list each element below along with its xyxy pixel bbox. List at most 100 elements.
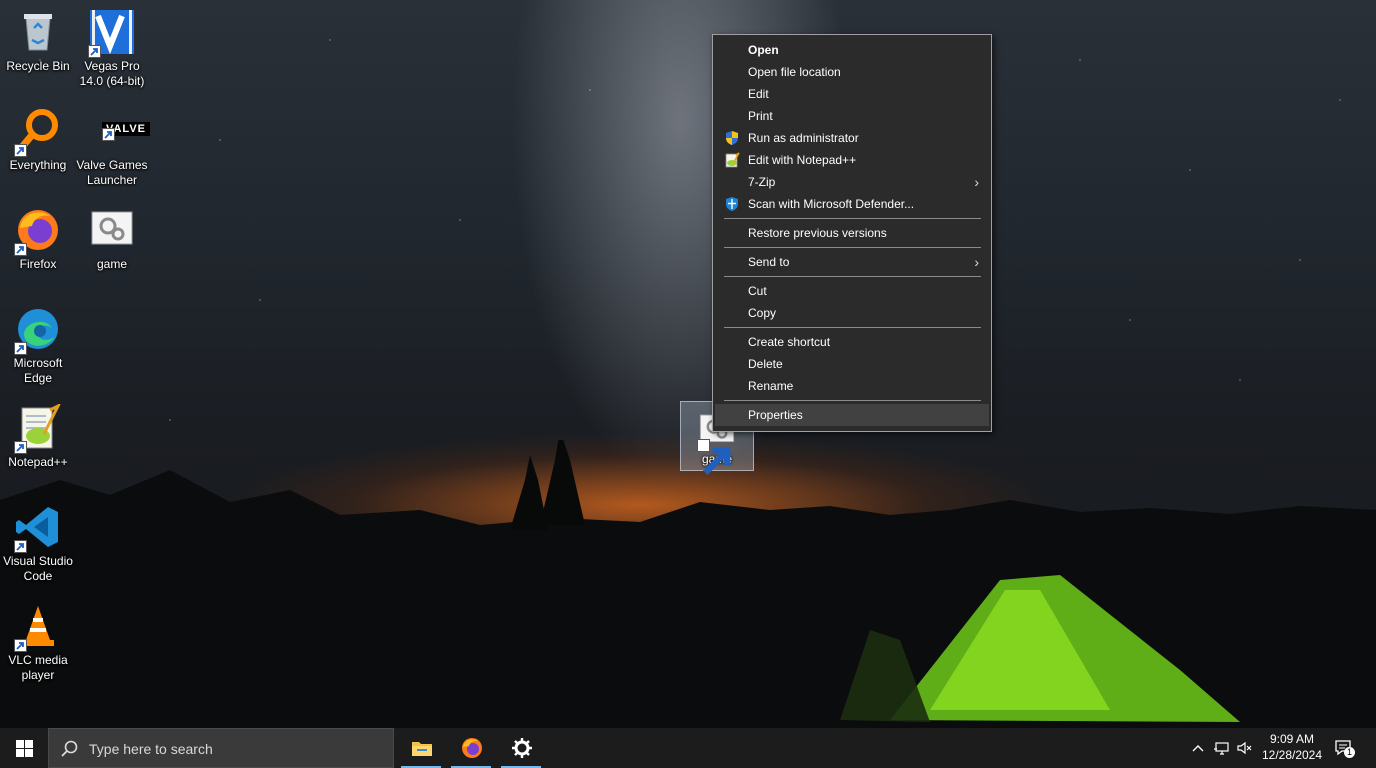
shortcut-arrow-icon (697, 439, 731, 476)
menu-item-label: Print (748, 109, 773, 123)
desktop-icon-label: Valve Games Launcher (76, 158, 148, 187)
everything-magnifier-icon (14, 107, 62, 157)
shortcut-arrow-icon (14, 243, 27, 256)
firefox-icon (462, 738, 482, 758)
desktop-icon-label: Recycle Bin (6, 59, 70, 73)
notification-count-badge: 1 (1344, 747, 1355, 758)
menu-item-restore-previous-versions[interactable]: Restore previous versions (715, 222, 989, 244)
microsoft-edge-icon (14, 305, 62, 355)
menu-item-cut[interactable]: Cut (715, 280, 989, 302)
desktop-icon-vlc[interactable]: VLC media player (0, 602, 76, 683)
mountain-silhouette (0, 440, 1376, 728)
taskbar-search-box[interactable]: Type here to search (48, 728, 394, 768)
menu-item-label: Open (748, 43, 779, 57)
menu-item-run-as-administrator[interactable]: Run as administrator (715, 127, 989, 149)
shortcut-arrow-icon (14, 144, 27, 157)
menu-item-label: Scan with Microsoft Defender... (748, 197, 915, 211)
shortcut-arrow-icon (88, 45, 101, 58)
taskbar-file-explorer[interactable] (401, 728, 441, 768)
desktop-icon-visual-studio-code[interactable]: Visual Studio Code (0, 503, 76, 584)
menu-item-print[interactable]: Print (715, 105, 989, 127)
action-center-button[interactable]: 1 (1334, 738, 1355, 758)
menu-item-properties[interactable]: Properties (715, 404, 989, 426)
desktop-icon-label: Notepad++ (8, 455, 68, 469)
menu-item-copy[interactable]: Copy (715, 302, 989, 324)
shortcut-arrow-icon (102, 128, 115, 141)
menu-item-open-file-location[interactable]: Open file location (715, 61, 989, 83)
desktop-icon-game[interactable]: game (74, 206, 150, 272)
desktop-icon-label: Vegas Pro 14.0 (64-bit) (79, 59, 145, 88)
desktop-icon-notepad-plus-plus[interactable]: Notepad++ (0, 404, 76, 470)
desktop-icon-firefox[interactable]: Firefox (0, 206, 76, 272)
menu-item-label: 7-Zip (748, 175, 776, 189)
menu-item-delete[interactable]: Delete (715, 353, 989, 375)
windows-logo-icon (16, 740, 33, 757)
menu-item-label: Cut (748, 284, 767, 298)
menu-item-edit-with-notepad-plus-plus[interactable]: Edit with Notepad++ (715, 149, 989, 171)
submenu-arrow-icon: › (974, 254, 979, 270)
menu-separator (724, 276, 981, 277)
menu-separator (724, 218, 981, 219)
recycle-bin-icon (14, 8, 62, 56)
menu-item-label: Edit with Notepad++ (748, 153, 857, 167)
menu-item-edit[interactable]: Edit (715, 83, 989, 105)
notepad-plus-plus-icon (14, 404, 62, 454)
desktop-icon-label: VLC media player (8, 653, 68, 682)
desktop-icon-recycle-bin[interactable]: Recycle Bin (0, 8, 76, 74)
menu-item-scan-with-defender[interactable]: Scan with Microsoft Defender... (715, 193, 989, 215)
desktop-icon-vegas-pro[interactable]: Vegas Pro 14.0 (64-bit) (74, 8, 150, 89)
taskbar-firefox[interactable] (451, 728, 491, 768)
desktop-icon-everything[interactable]: Everything (0, 107, 76, 173)
volume-muted-icon[interactable] (1237, 740, 1253, 756)
notepad-plus-plus-icon (724, 152, 740, 168)
context-menu: Open Open file location Edit Print Run a… (712, 34, 992, 432)
menu-item-label: Delete (748, 357, 783, 371)
menu-item-label: Run as administrator (748, 131, 859, 145)
desktop-icon-valve-games-launcher[interactable]: VALVE Valve Games Launcher (74, 107, 150, 188)
desktop-icon-label: Everything (9, 158, 67, 172)
menu-item-label: Open file location (748, 65, 841, 79)
clock-date: 12/28/2024 (1261, 748, 1323, 762)
menu-item-label: Send to (748, 255, 790, 269)
submenu-arrow-icon: › (974, 174, 979, 190)
desktop-icon-label: Visual Studio Code (3, 554, 73, 583)
menu-item-label: Rename (748, 379, 794, 393)
desktop-icon-label: Microsoft Edge (13, 356, 63, 385)
clock-time: 9:09 AM (1269, 732, 1315, 746)
menu-item-label: Create shortcut (748, 335, 831, 349)
search-placeholder: Type here to search (89, 741, 213, 757)
menu-item-create-shortcut[interactable]: Create shortcut (715, 331, 989, 353)
defender-shield-icon (724, 196, 740, 212)
desktop[interactable]: Recycle Bin Vegas Pro 14.0 (64-bit) Ever… (0, 0, 1376, 728)
menu-separator (724, 400, 981, 401)
network-icon[interactable] (1214, 740, 1230, 756)
file-explorer-icon (412, 742, 432, 756)
menu-item-label: Edit (748, 87, 769, 101)
menu-separator (724, 247, 981, 248)
shortcut-arrow-icon (14, 342, 27, 355)
menu-item-open[interactable]: Open (715, 39, 989, 61)
batch-file-gears-icon (88, 206, 136, 254)
shortcut-arrow-icon (14, 540, 27, 553)
shortcut-arrow-icon (14, 639, 27, 652)
search-icon (61, 740, 78, 757)
menu-item-rename[interactable]: Rename (715, 375, 989, 397)
menu-item-7-zip[interactable]: 7-Zip › (715, 171, 989, 193)
firefox-icon (14, 206, 62, 256)
shortcut-arrow-icon (14, 441, 27, 454)
uac-shield-icon (724, 130, 740, 146)
vegas-pro-icon (88, 8, 136, 58)
menu-separator (724, 327, 981, 328)
settings-icon (512, 738, 532, 758)
start-button[interactable] (0, 728, 48, 768)
valve-logo-icon: VALVE (88, 107, 150, 155)
taskbar-clock[interactable]: 9:09 AM 12/28/2024 (1258, 731, 1326, 763)
desktop-icon-label: Firefox (19, 257, 57, 271)
menu-item-label: Properties (748, 408, 803, 422)
taskbar-settings[interactable] (501, 728, 541, 768)
chevron-up-icon[interactable] (1190, 740, 1206, 756)
desktop-icon-microsoft-edge[interactable]: Microsoft Edge (0, 305, 76, 386)
vscode-icon (14, 503, 62, 553)
desktop-icon-label: game (96, 257, 128, 271)
menu-item-send-to[interactable]: Send to › (715, 251, 989, 273)
